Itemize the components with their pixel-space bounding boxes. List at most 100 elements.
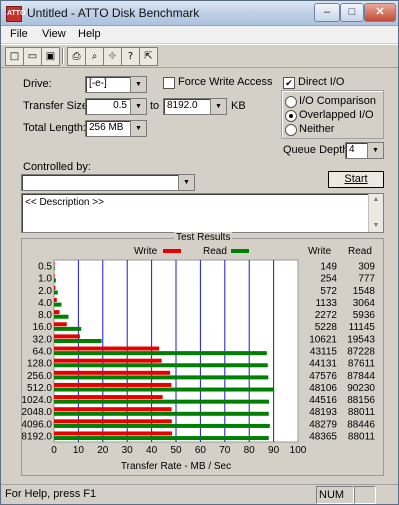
- write-bar: [54, 346, 160, 351]
- x-tick-label: 0: [51, 445, 57, 456]
- write-rate-value: 48106: [309, 383, 337, 394]
- drive-select[interactable]: [-e-] ▼: [85, 76, 147, 93]
- write-bar: [54, 370, 171, 375]
- transfer-size-category: 0.5: [38, 262, 52, 273]
- total-length-label: Total Length:: [23, 122, 86, 134]
- direct-io-checkbox[interactable]: ✔: [283, 77, 295, 89]
- results-chart: Write Read Write Read 0.51.02.04.08.016.…: [22, 246, 376, 472]
- context-help-icon[interactable]: ⇱: [139, 47, 158, 66]
- start-button-label: Start: [344, 173, 368, 185]
- move-icon[interactable]: ✥: [103, 47, 122, 66]
- help-icon[interactable]: ?: [121, 47, 140, 66]
- read-rate-value: 88156: [347, 395, 375, 406]
- transfer-size-category: 256.0: [27, 371, 52, 382]
- read-bar: [54, 278, 56, 283]
- start-button[interactable]: Start: [328, 171, 384, 188]
- read-bar: [54, 339, 102, 343]
- transfer-size-category: 4.0: [38, 298, 52, 309]
- legend-read-swatch: [231, 249, 249, 253]
- close-button[interactable]: ✕: [364, 3, 396, 22]
- read-bar: [54, 411, 269, 416]
- write-rate-value: 572: [320, 286, 337, 297]
- read-bar: [54, 363, 268, 368]
- write-rate-value: 254: [320, 274, 337, 285]
- scroll-down-icon[interactable]: ▼: [369, 220, 383, 232]
- toolbar: □ ▭ ▣ ⎙ ⌕ ✥ ? ⇱: [1, 44, 398, 68]
- minimize-button[interactable]: –: [314, 3, 340, 22]
- transfer-size-category: 1024.0: [22, 395, 52, 406]
- write-bar: [54, 358, 162, 363]
- read-bar: [54, 326, 82, 331]
- chevron-down-icon: ▼: [130, 99, 146, 114]
- write-rate-value: 2272: [315, 310, 338, 321]
- transfer-size-category: 32.0: [33, 334, 53, 345]
- read-bar: [54, 387, 275, 392]
- read-rate-value: 5936: [353, 310, 376, 321]
- transfer-size-category: 64.0: [33, 347, 53, 358]
- status-pane: [354, 486, 376, 504]
- transfer-size-unit: KB: [231, 100, 246, 112]
- maximize-button[interactable]: □: [340, 3, 364, 22]
- menu-file[interactable]: File: [10, 28, 28, 40]
- read-bar: [54, 314, 69, 319]
- transfer-size-category: 128.0: [27, 359, 52, 370]
- menu-help[interactable]: Help: [78, 28, 101, 40]
- menu-view[interactable]: View: [42, 28, 66, 40]
- write-bar: [54, 285, 56, 290]
- read-rate-value: 87844: [347, 371, 375, 382]
- zoom-icon[interactable]: ⌕: [85, 47, 104, 66]
- legend-write-label: Write: [134, 246, 158, 257]
- io-comparison-radio[interactable]: [285, 96, 297, 108]
- x-axis-label: Transfer Rate - MB / Sec: [121, 461, 231, 472]
- write-rate-value: 48193: [309, 407, 337, 418]
- overlapped-io-radio[interactable]: [285, 110, 297, 122]
- read-rate-value: 777: [358, 274, 375, 285]
- transfer-size-to-select[interactable]: 8192.0 ▼: [163, 98, 227, 115]
- controlled-by-select[interactable]: ▼: [21, 174, 195, 191]
- title-bar[interactable]: ATTO Untitled - ATTO Disk Benchmark – □ …: [1, 1, 398, 26]
- transfer-size-category: 512.0: [27, 383, 52, 394]
- transfer-size-from-select[interactable]: 0.5 ▼: [85, 98, 147, 115]
- neither-label: Neither: [299, 123, 335, 135]
- transfer-size-category: 16.0: [33, 322, 53, 333]
- x-tick-label: 30: [122, 445, 134, 456]
- read-rate-value: 11145: [349, 322, 376, 333]
- controlled-by-label: Controlled by:: [23, 161, 91, 173]
- read-rate-value: 3064: [353, 298, 376, 309]
- read-bar: [54, 302, 62, 307]
- status-bar: For Help, press F1 NUM: [1, 484, 398, 504]
- write-bar: [54, 298, 57, 302]
- chevron-down-icon: ▼: [178, 175, 194, 190]
- print-icon[interactable]: ⎙: [67, 47, 86, 66]
- write-rate-value: 1133: [315, 298, 337, 309]
- queue-depth-select[interactable]: 4 ▼: [345, 142, 384, 159]
- window-title: Untitled - ATTO Disk Benchmark: [27, 6, 200, 20]
- read-rate-value: 87611: [348, 359, 376, 370]
- read-column-header: Read: [348, 246, 372, 257]
- neither-radio[interactable]: [285, 124, 297, 136]
- write-bar: [54, 334, 80, 339]
- x-tick-label: 60: [195, 445, 207, 456]
- read-rate-value: 309: [358, 262, 375, 273]
- queue-depth-value: 4: [349, 144, 355, 155]
- scroll-up-icon[interactable]: ▲: [369, 194, 383, 206]
- write-rate-value: 44131: [309, 359, 337, 370]
- x-tick-label: 100: [290, 445, 307, 456]
- read-bar: [54, 290, 58, 295]
- description-box[interactable]: << Description >> ▲ ▼: [21, 193, 384, 233]
- new-file-icon[interactable]: □: [5, 47, 24, 66]
- transfer-size-category: 2048.0: [22, 407, 52, 418]
- transfer-size-to-value: 8192.0: [167, 100, 198, 111]
- force-write-checkbox[interactable]: [163, 77, 175, 89]
- read-bar: [54, 266, 55, 271]
- total-length-select[interactable]: 256 MB ▼: [85, 120, 147, 137]
- read-rate-value: 19543: [347, 334, 375, 345]
- write-rate-value: 44516: [309, 395, 337, 406]
- menu-bar: File View Help: [1, 26, 398, 43]
- save-icon[interactable]: ▣: [41, 47, 60, 66]
- write-rate-value: 10621: [309, 334, 337, 345]
- legend-write-swatch: [163, 249, 181, 253]
- open-folder-icon[interactable]: ▭: [23, 47, 42, 66]
- description-scrollbar[interactable]: ▲ ▼: [368, 194, 383, 232]
- write-bar: [54, 382, 172, 387]
